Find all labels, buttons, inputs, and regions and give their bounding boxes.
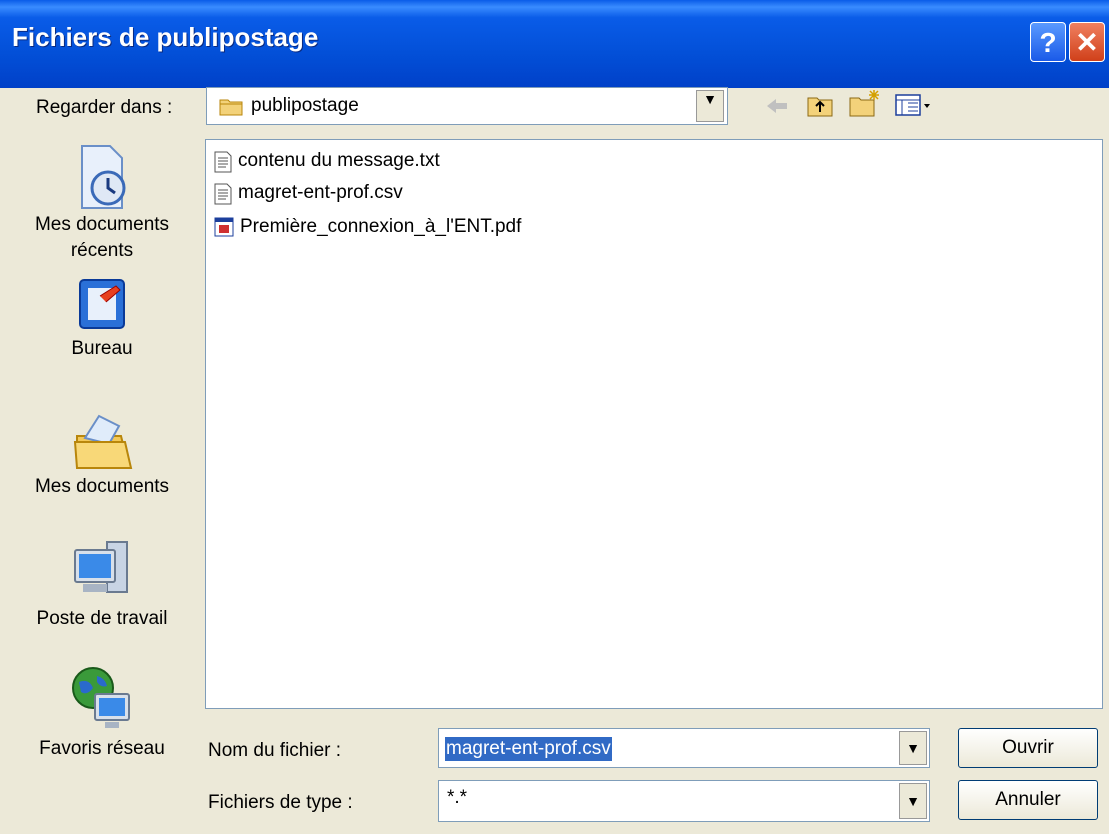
lookin-dropdown[interactable]: publipostage ▼	[206, 87, 728, 125]
places-bar: Mes documents récents Bureau Mes documen…	[10, 136, 194, 772]
desktop-icon	[79, 279, 125, 329]
up-folder-icon[interactable]	[806, 92, 834, 118]
folder-icon	[219, 99, 243, 116]
place-network[interactable]: Favoris réseau	[10, 664, 194, 762]
text-file-icon	[214, 183, 232, 205]
filename-label: Nom du fichier :	[208, 740, 342, 761]
close-button[interactable]: ✕	[1069, 22, 1105, 62]
new-folder-icon[interactable]	[848, 88, 882, 118]
chevron-down-icon[interactable]: ▼	[899, 731, 927, 765]
list-item[interactable]: Première_connexion_à_l'ENT.pdf	[214, 212, 521, 242]
filetype-value: *.*	[447, 787, 468, 808]
place-my-documents[interactable]: Mes documents	[10, 408, 194, 500]
cancel-button[interactable]: Annuler	[958, 780, 1098, 820]
place-my-computer[interactable]: Poste de travail	[10, 536, 194, 632]
pdf-file-icon	[214, 217, 234, 237]
filetype-select[interactable]: *.* ▼	[438, 780, 930, 822]
title-bar: Fichiers de publipostage ? ✕	[0, 0, 1109, 88]
list-item[interactable]: magret-ent-prof.csv	[214, 178, 403, 208]
place-desktop[interactable]: Bureau	[10, 274, 194, 362]
view-menu-icon[interactable]	[894, 92, 932, 118]
lookin-label: Regarder dans :	[36, 97, 173, 118]
chevron-down-icon[interactable]: ▼	[899, 783, 927, 819]
filename-value: magret-ent-prof.csv	[445, 737, 612, 761]
lookin-value: publipostage	[251, 95, 359, 116]
place-recent-documents[interactable]: Mes documents récents	[10, 142, 194, 264]
my-computer-icon	[74, 541, 128, 593]
window-title: Fichiers de publipostage	[12, 22, 319, 52]
file-list[interactable]: contenu du message.txt magret-ent-prof.c…	[205, 139, 1103, 709]
network-places-icon	[72, 667, 130, 728]
list-item[interactable]: contenu du message.txt	[214, 146, 440, 176]
open-button[interactable]: Ouvrir	[958, 728, 1098, 768]
chevron-down-icon[interactable]: ▼	[696, 90, 724, 122]
back-icon[interactable]	[764, 95, 790, 117]
help-button[interactable]: ?	[1030, 22, 1066, 62]
filename-input[interactable]: magret-ent-prof.csv ▼	[438, 728, 930, 768]
text-file-icon	[214, 151, 232, 173]
recent-documents-icon	[81, 145, 126, 209]
my-documents-icon	[73, 414, 133, 469]
filetype-label: Fichiers de type :	[208, 792, 353, 813]
